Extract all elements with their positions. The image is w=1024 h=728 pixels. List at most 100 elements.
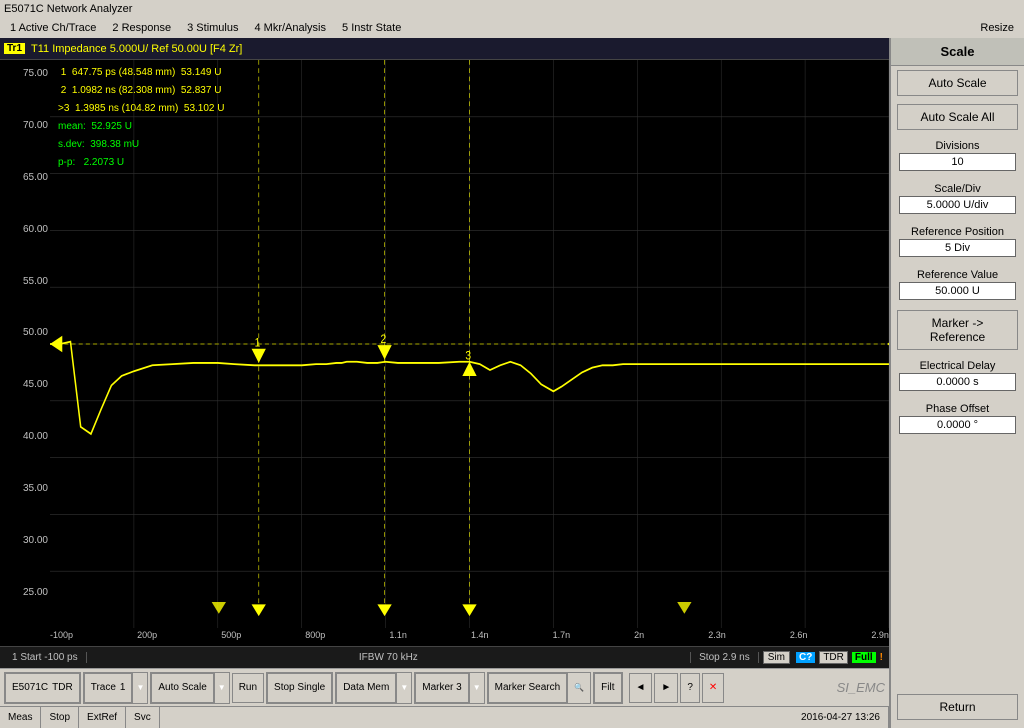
stop-button[interactable]: Stop	[41, 707, 79, 728]
electrical-delay-value[interactable]: 0.0000 s	[899, 373, 1016, 391]
trace-button[interactable]: Trace 1	[84, 673, 133, 703]
c-badge: C?	[794, 652, 817, 663]
ref-position-value[interactable]: 5 Div	[899, 239, 1016, 257]
marker-to-ref-button[interactable]: Marker -> Reference	[897, 310, 1018, 350]
status-left: 1 Start -100 ps	[4, 652, 87, 663]
marker-2-info: 2 1.0982 ns (82.308 mm) 52.837 U	[54, 82, 229, 100]
filter-button[interactable]: Filt	[594, 673, 621, 703]
x-label-0: -100p	[50, 630, 73, 646]
divisions-label: Divisions	[895, 140, 1020, 152]
marker3-group: Marker 3 ▼	[414, 672, 484, 704]
y-label-65: 65.00	[2, 172, 48, 183]
resize-button[interactable]: Resize	[972, 21, 1022, 35]
menu-active-ch[interactable]: 1 Active Ch/Trace	[2, 18, 104, 38]
trace-group: Trace 1 ▼	[83, 672, 149, 704]
return-button[interactable]: Return	[897, 694, 1018, 720]
ref-position-section: Reference Position 5 Div	[891, 220, 1024, 263]
menu-response[interactable]: 2 Response	[104, 18, 179, 38]
title-text: E5071C Network Analyzer	[4, 3, 132, 15]
instrument-group: E5071C TDR	[4, 672, 81, 704]
x-label-1: 200p	[137, 630, 157, 646]
x-label-4: 1.1n	[389, 630, 407, 646]
full-badge: Full	[850, 652, 878, 663]
chart-area: Tr1 T11 Impedance 5.000U/ Ref 50.00U [F4…	[0, 38, 889, 728]
scale-per-div-value[interactable]: 5.0000 U/div	[899, 196, 1016, 214]
marker-2-label: 2	[380, 333, 386, 346]
ref-value-section: Reference Value 50.000 U	[891, 263, 1024, 306]
nav-left[interactable]: ◄	[629, 673, 653, 703]
datetime: 2016-04-27 13:26	[793, 707, 889, 728]
right-panel: Scale Auto Scale Auto Scale All Division…	[889, 38, 1024, 728]
y-label-50: 50.00	[2, 327, 48, 338]
electrical-delay-section: Electrical Delay 0.0000 s	[891, 354, 1024, 397]
marker-pp: p-p: 2.2073 U	[54, 154, 229, 172]
data-mem-group: Data Mem ▼	[335, 672, 412, 704]
marker-sdev: s.dev: 398.38 mU	[54, 136, 229, 154]
ref-value-value[interactable]: 50.000 U	[899, 282, 1016, 300]
bottom-bar: Meas Stop ExtRef Svc 2016-04-27 13:26	[0, 706, 889, 728]
x-label-8: 2.3n	[708, 630, 726, 646]
menu-stimulus[interactable]: 3 Stimulus	[179, 18, 246, 38]
ref-position-label: Reference Position	[895, 226, 1020, 238]
status-bar: 1 Start -100 ps IFBW 70 kHz Stop 2.9 ns …	[0, 646, 889, 668]
menu-bar: 1 Active Ch/Trace 2 Response 3 Stimulus …	[0, 18, 1024, 38]
help-button[interactable]: ?	[680, 673, 700, 703]
auto-scale-dropdown[interactable]: ▼	[214, 673, 229, 703]
x-label-3: 800p	[305, 630, 325, 646]
divisions-value[interactable]: 10	[899, 153, 1016, 171]
phase-offset-section: Phase Offset 0.0000 °	[891, 397, 1024, 440]
logo-area: SI_EMC	[837, 680, 885, 695]
title-bar: E5071C Network Analyzer	[0, 0, 1024, 18]
menu-instr-state[interactable]: 5 Instr State	[334, 18, 409, 38]
y-label-40: 40.00	[2, 431, 48, 442]
x-label-5: 1.4n	[471, 630, 489, 646]
marker3-dropdown[interactable]: ▼	[469, 673, 484, 703]
marker-1-info: 1 647.75 ps (48.548 mm) 53.149 U	[54, 64, 229, 82]
data-mem-dropdown[interactable]: ▼	[396, 673, 411, 703]
marker-search-icon[interactable]: 🔍	[567, 673, 590, 703]
marker-info: 1 647.75 ps (48.548 mm) 53.149 U 2 1.098…	[54, 64, 229, 172]
x-label-10: 2.9n	[871, 630, 889, 646]
electrical-delay-label: Electrical Delay	[895, 360, 1020, 372]
marker-search-button[interactable]: Marker Search	[488, 673, 568, 703]
chart-label: T11 Impedance 5.000U/ Ref 50.00U [F4 Zr]	[31, 43, 242, 55]
sim-badge: Sim	[759, 652, 794, 663]
excl-badge: !	[878, 652, 885, 663]
y-label-30: 30.00	[2, 535, 48, 546]
y-label-35: 35.00	[2, 483, 48, 494]
stop-single-button[interactable]: Stop Single	[267, 673, 332, 703]
menu-mkr-analysis[interactable]: 4 Mkr/Analysis	[246, 18, 334, 38]
ref-value-label: Reference Value	[895, 269, 1020, 281]
tdr-badge: TDR	[817, 652, 850, 663]
stop-single-group: Stop Single	[266, 672, 333, 704]
nav-icons: ◄ ► ? ✕	[629, 673, 725, 703]
y-label-70: 70.00	[2, 120, 48, 131]
auto-scale-all-button[interactable]: Auto Scale All	[897, 104, 1018, 130]
marker-1-label: 1	[255, 337, 261, 350]
x-label-6: 1.7n	[553, 630, 571, 646]
ext-ref-button[interactable]: ExtRef	[79, 707, 126, 728]
auto-scale-tool-button[interactable]: Auto Scale	[151, 673, 213, 703]
marker-3-label: 3	[465, 350, 471, 363]
close-button[interactable]: ✕	[702, 673, 724, 703]
nav-right[interactable]: ►	[654, 673, 678, 703]
x-label-7: 2n	[634, 630, 644, 646]
y-axis: 75.00 70.00 65.00 60.00 55.00 50.00 45.0…	[0, 60, 50, 628]
panel-spacer	[891, 440, 1024, 690]
auto-scale-button[interactable]: Auto Scale	[897, 70, 1018, 96]
marker-mean: mean: 52.925 U	[54, 118, 229, 136]
plot-area: 1 647.75 ps (48.548 mm) 53.149 U 2 1.098…	[50, 60, 889, 628]
run-button[interactable]: Run	[232, 673, 264, 703]
data-mem-button[interactable]: Data Mem	[336, 673, 396, 703]
marker-search-group: Marker Search 🔍	[487, 672, 592, 704]
status-right: Stop 2.9 ns	[691, 652, 759, 663]
trace-dropdown[interactable]: ▼	[132, 673, 147, 703]
meas-button[interactable]: Meas	[0, 707, 41, 728]
channel-badge: Tr1	[4, 43, 25, 54]
phase-offset-value[interactable]: 0.0000 °	[899, 416, 1016, 434]
svc-button[interactable]: Svc	[126, 707, 160, 728]
marker3-button[interactable]: Marker 3	[415, 673, 468, 703]
divisions-section: Divisions 10	[891, 134, 1024, 177]
chart-plot: 75.00 70.00 65.00 60.00 55.00 50.00 45.0…	[0, 60, 889, 628]
scale-per-div-section: Scale/Div 5.0000 U/div	[891, 177, 1024, 220]
